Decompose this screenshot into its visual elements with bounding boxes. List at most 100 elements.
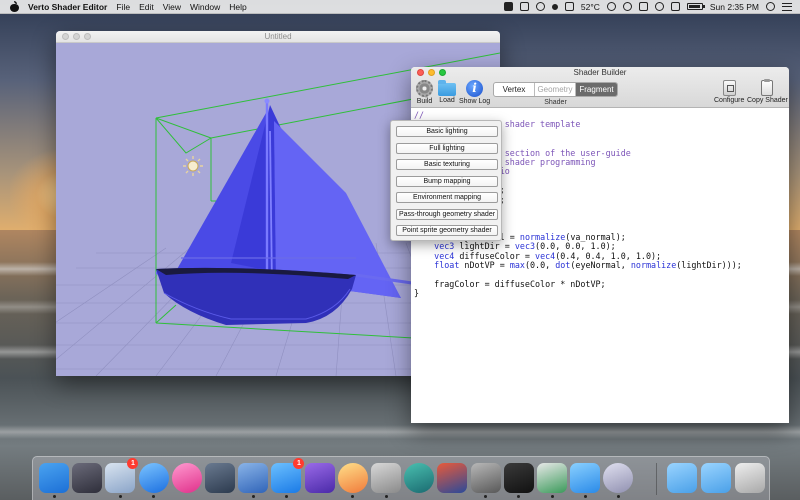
menu-bar: Verto Shader Editor File Edit View Windo…: [0, 0, 800, 14]
segment-vertex[interactable]: Vertex: [494, 83, 535, 96]
apple-menu-icon[interactable]: [10, 0, 19, 12]
code-token: }: [414, 288, 420, 299]
status-extra-icon[interactable]: [503, 2, 513, 11]
finder-icon[interactable]: [39, 463, 69, 493]
close-button[interactable]: [62, 33, 69, 40]
code-token: float: [434, 260, 460, 271]
running-indicator: [351, 495, 355, 498]
code-line[interactable]: fragColor = diffuseColor * nDotVP;: [414, 279, 789, 290]
time-machine-menu-icon[interactable]: [622, 2, 632, 11]
messages-icon[interactable]: [570, 463, 601, 493]
photo-gallery-icon[interactable]: [337, 463, 368, 493]
spotlight-search-icon[interactable]: [766, 2, 775, 11]
temperature-readout[interactable]: 52°C: [581, 2, 600, 12]
trash-icon[interactable]: [735, 463, 765, 493]
system-preferences-icon[interactable]: [371, 463, 401, 493]
status-circle-icon[interactable]: [535, 2, 545, 11]
template-full-lighting[interactable]: Full lighting: [396, 143, 498, 154]
settings-icon[interactable]: [470, 463, 501, 493]
template-basic-lighting[interactable]: Basic lighting: [396, 126, 498, 137]
code-line[interactable]: float nDotVP = max(0.0, dot(eyeNormal, n…: [414, 261, 789, 270]
menu-window[interactable]: Window: [190, 2, 220, 12]
gear-icon: [416, 80, 433, 97]
load-template-menu: Basic lighting Full lighting Basic textu…: [390, 120, 502, 241]
menu-file[interactable]: File: [116, 2, 130, 12]
code-token: max: [509, 260, 525, 271]
dvd-player-icon[interactable]: [603, 463, 634, 493]
configure-button[interactable]: Configure: [714, 80, 744, 104]
code-token: (lightDir)));: [676, 260, 742, 271]
shader-segment-label: Shader: [544, 99, 567, 106]
running-indicator: [284, 495, 288, 498]
notification-badge: 1: [293, 458, 305, 469]
code-line[interactable]: }: [414, 289, 789, 298]
code-token: (0.0,: [524, 260, 556, 271]
segment-fragment[interactable]: Fragment: [576, 83, 617, 96]
folder-icon[interactable]: [667, 463, 697, 493]
show-log-label: Show Log: [459, 98, 491, 105]
menu-edit[interactable]: Edit: [139, 2, 154, 12]
thermometer-icon: [564, 2, 574, 11]
app-menu[interactable]: Verto Shader Editor: [28, 2, 107, 12]
launchpad-icon[interactable]: [72, 463, 103, 493]
photos-icon[interactable]: [205, 463, 235, 493]
template-basic-texturing[interactable]: Basic texturing: [396, 159, 498, 170]
code-token: fragColor = diffuseColor * nDotVP;: [414, 279, 606, 290]
menu-help[interactable]: Help: [229, 2, 246, 12]
volume-icon[interactable]: [670, 2, 680, 11]
minimize-button[interactable]: [73, 33, 80, 40]
dropbox-icon[interactable]: [519, 2, 529, 11]
code-token: nDotVP =: [459, 260, 510, 271]
untitled-titlebar[interactable]: Untitled: [56, 31, 500, 43]
show-log-button[interactable]: i Show Log: [459, 80, 490, 105]
wifi-icon[interactable]: [654, 2, 664, 11]
battery-icon[interactable]: [686, 3, 705, 10]
notification-center-icon[interactable]: [782, 2, 792, 11]
safari-icon[interactable]: [138, 463, 169, 493]
template-point-sprite-geometry[interactable]: Point sprite geometry shader: [396, 225, 498, 236]
load-button[interactable]: Load: [438, 80, 456, 104]
running-indicator: [484, 495, 488, 498]
running-indicator: [517, 495, 521, 498]
build-label: Build: [416, 98, 433, 105]
menu-view[interactable]: View: [163, 2, 181, 12]
zoom-button[interactable]: [84, 33, 91, 40]
globe-icon[interactable]: [606, 2, 616, 11]
xcode-icon[interactable]: [238, 463, 269, 493]
installer-icon[interactable]: [537, 463, 567, 493]
time-machine-icon[interactable]: [404, 463, 435, 493]
running-indicator: [583, 495, 587, 498]
bluetooth-icon[interactable]: [638, 2, 648, 11]
shader-stage-selector: Vertex Geometry Fragment: [493, 82, 618, 97]
code-token: (eyeNormal,: [570, 260, 631, 271]
info-icon: i: [466, 80, 484, 97]
template-pass-through-geometry[interactable]: Pass-through geometry shader: [396, 209, 498, 220]
running-indicator: [251, 495, 255, 498]
dock: 11: [32, 456, 770, 500]
running-indicator: [616, 495, 620, 498]
itunes-icon[interactable]: [171, 463, 202, 493]
menu-dot-icon[interactable]: [551, 3, 558, 10]
imovie-icon[interactable]: [304, 463, 335, 493]
template-bump-mapping[interactable]: Bump mapping: [396, 176, 498, 187]
configure-label: Configure: [714, 97, 745, 104]
copy-shader-label: Copy Shader: [747, 97, 788, 104]
build-button[interactable]: Build: [416, 80, 433, 105]
running-indicator: [384, 495, 388, 498]
vmware-icon[interactable]: [437, 463, 468, 493]
dock-separator: [656, 463, 657, 495]
code-token: normalize: [630, 260, 677, 271]
running-indicator: [550, 495, 554, 498]
shader-builder-toolbar: Shader Builder Build Load i Show Log Ver…: [411, 67, 789, 108]
template-environment-mapping[interactable]: Environment mapping: [396, 192, 498, 203]
notification-badge: 1: [127, 458, 139, 469]
copy-shader-button[interactable]: Copy Shader: [747, 79, 788, 104]
downloads-icon[interactable]: [701, 463, 731, 493]
clock[interactable]: Sun 2:35 PM: [710, 2, 759, 12]
folder-icon: [438, 80, 456, 96]
code-token: dot: [555, 260, 571, 271]
configure-icon: [722, 80, 736, 96]
terminal-icon[interactable]: [503, 463, 534, 493]
shader-builder-title: Shader Builder: [573, 68, 627, 77]
